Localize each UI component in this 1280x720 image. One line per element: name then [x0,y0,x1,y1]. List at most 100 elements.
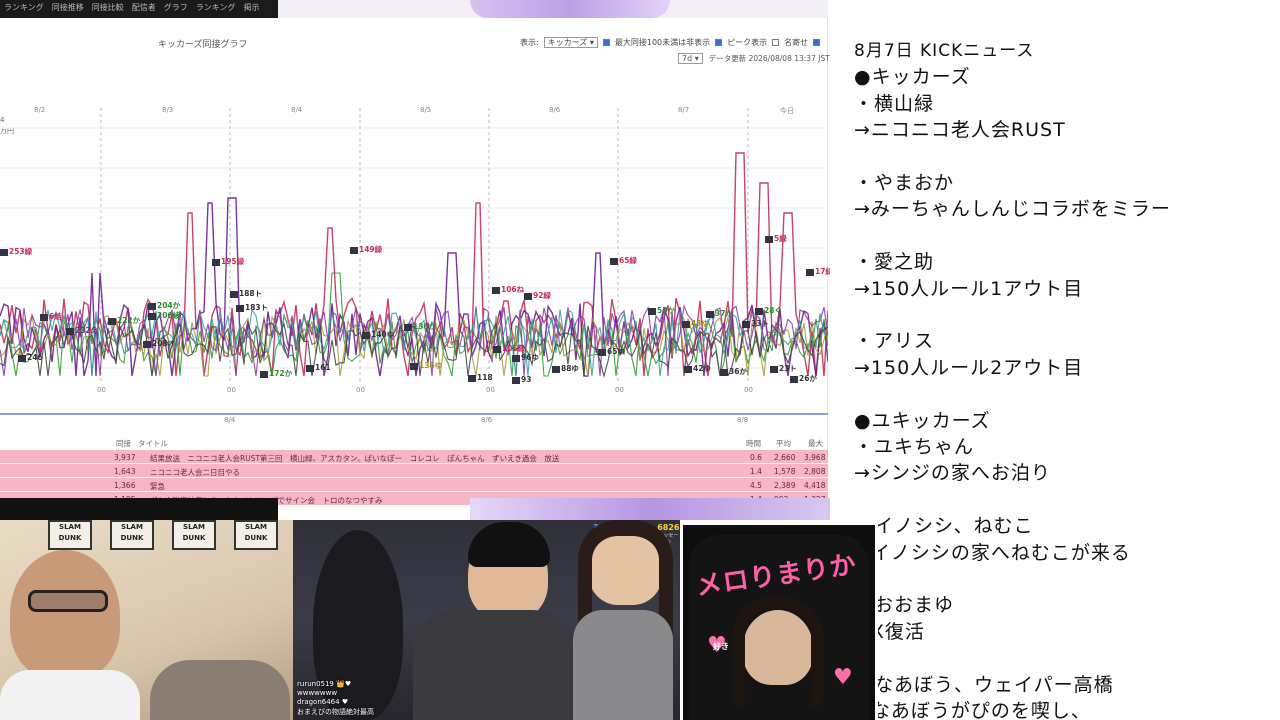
streamer-thumbnail [350,246,358,254]
webcam-right: メロりまりか ♥ 好き ♥ [680,522,878,720]
peak-label[interactable]: 195緑 [212,256,244,267]
name-merge-checkbox[interactable] [772,39,780,46]
person-right-shirt [573,610,673,720]
peak-label[interactable]: 246 [18,353,43,362]
peak-label[interactable]: 93 [512,375,531,384]
shirt-photo-hair [733,597,823,707]
navigator-date-tick: 8/8 [737,416,749,424]
navigator-bar[interactable] [0,413,828,415]
note-line: ・アリス [854,330,935,353]
streamer-thumbnail [524,292,532,300]
table-row[interactable]: 1,643 ニコニコ老人会二日目やる 1.4 1,578 2,808 [0,464,828,478]
peak-checkbox[interactable] [715,39,723,46]
sleeping-person [150,660,290,720]
note-line: →イノシシの家へねむこが来る [854,541,1131,564]
webcam-left: SLAM DUNK SLAM DUNK SLAM DUNK SLAM DUNK [0,520,293,720]
peak-label[interactable]: 208オ [143,338,175,349]
note-line: ・ユキちゃん [854,436,975,458]
peak-label[interactable]: 206綾 [148,310,180,321]
peak-label[interactable]: 43ゆ [682,318,709,329]
peak-label[interactable]: 96ゆ [512,352,539,363]
note-line: ・横山緑 [854,92,935,115]
chart-controls: 表示: キッカーズ ▾ 最大同接100未満は非表示 ピーク表示 名寄せ [520,37,821,48]
viewer-chart[interactable] [0,108,828,388]
person-center-hair [468,522,550,567]
peak-label[interactable]: 136ゆ [410,360,442,371]
peak-label[interactable]: 140ゆ [362,329,394,340]
peak-label[interactable]: 222か [108,315,140,326]
peak-label[interactable]: 183ト [236,302,268,313]
note-line: →ニコニコ老人会RUST [854,119,1066,142]
navigator-date-tick: 8/4 [224,416,236,424]
note-line: ・なあぼう、ウェイパー高橋 [854,673,1114,696]
streamer-thumbnail [755,307,763,315]
peak-label[interactable]: 28ぐ [755,305,782,316]
streamer-thumbnail [468,374,476,382]
streamer-thumbnail [806,268,814,276]
streamer-face [10,550,120,680]
note-line: →みーちゃんしんじコラボをミラー [854,198,1171,221]
chat-message: おまえびの物語絶対最高 [297,708,374,716]
hide-under-100-checkbox[interactable] [602,39,610,46]
display-select[interactable]: キッカーズ ▾ [543,37,598,48]
peak-label[interactable]: 136か [404,321,436,332]
browser-nav-bar: ランキング 同接推移 同接比較 配信者 グラフ ランキング 掲示 [0,0,278,18]
streamer-thumbnail [684,365,692,373]
peak-label[interactable]: 33ト [742,318,769,329]
peak-label[interactable]: 118 [468,373,493,382]
peak-label[interactable]: 232え [66,325,98,336]
anime-background-bottom [470,498,830,520]
streamer-thumbnail [212,258,220,266]
th-max: 最大 [808,439,823,448]
peak-label[interactable]: 65ゆ [598,346,625,357]
streamer-thumbnail [770,365,778,373]
note-line: 8月7日 KICKニュース [854,41,1035,61]
streamer-thumbnail [40,313,48,321]
streamer-thumbnail [610,257,618,265]
peak-label[interactable]: 42ゆ [684,363,711,374]
peak-label[interactable]: 53か [648,305,675,316]
streamer-thumbnail [236,304,244,312]
browser-nav-text[interactable]: ランキング 同接推移 同接比較 配信者 グラフ ランキング 掲示 [4,2,260,13]
poster: SLAM DUNK [234,520,278,550]
streamer-thumbnail [230,290,238,298]
range-select[interactable]: 7d ▾ [678,53,703,64]
peak-label[interactable]: 149緑 [350,244,382,255]
th-avg: 平均 [776,439,791,448]
peak-label[interactable]: 5緑 [765,233,787,244]
chart-title: キッカーズ同接グラフ [158,40,248,50]
table-row[interactable]: 3,937 結果放送 ニコニコ老人会RUST第三回 横山緑、アスカタン、ぱいなぽ… [0,450,828,464]
poster: SLAM DUNK [48,520,92,550]
peak-label[interactable]: 188ト [230,288,262,299]
data-updated-text: データ更新 2026/08/08 13:37 JST [708,54,830,63]
table-row[interactable]: 1,366 緊急 4.5 2,389 4,418 [0,478,828,492]
streamer-thumbnail [108,317,116,325]
note-line: →なあぼうがぴのを喫し、 [854,700,1091,720]
streamer-thumbnail [260,370,268,378]
peak-label[interactable]: 17緑 [806,266,833,277]
streamer-thumbnail [552,365,560,373]
peak-label[interactable]: 88ゆ [552,363,579,374]
range-controls: 7d ▾ データ更新 2026/08/08 13:37 JST [678,53,830,64]
peak-label[interactable]: 106ね [492,284,524,295]
peak-label[interactable]: 6結 [40,311,62,322]
peak-label[interactable]: 92緑 [524,290,551,301]
streamer-thumbnail [492,286,500,294]
extra-checkbox[interactable] [813,39,821,46]
chat-message: wwwwwww [297,689,338,697]
peak-label[interactable]: 253緑 [0,246,32,257]
peak-label[interactable]: 37か [706,308,733,319]
note-line: →150人ルール1アウト目 [854,277,1084,300]
peak-label[interactable]: 161 [306,363,331,372]
navigator-date-tick: 8/6 [481,416,493,424]
peak-label[interactable]: 36か [720,366,747,377]
peak-label[interactable]: 65緑 [610,255,637,266]
peak-label[interactable]: 172か [260,368,292,379]
streamer-thumbnail [404,323,412,331]
peak-label[interactable]: 26か [790,373,817,384]
th-viewers: 同接 [116,439,131,448]
streamer-thumbnail [706,310,714,318]
glasses-icon [28,590,108,612]
streamer-thumbnail [148,312,156,320]
streamer-thumbnail [493,345,501,353]
